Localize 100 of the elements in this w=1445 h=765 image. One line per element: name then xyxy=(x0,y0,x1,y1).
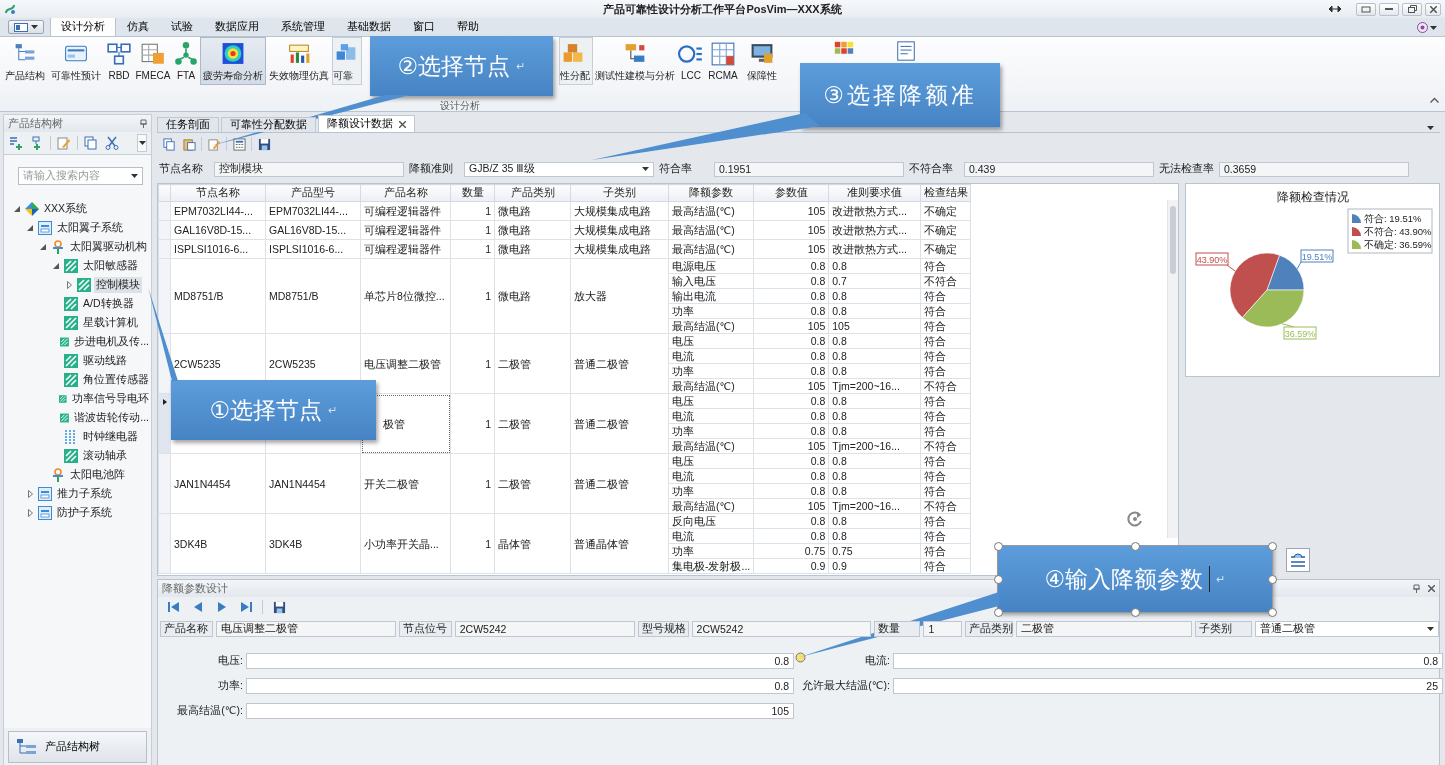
column-header[interactable]: 检查结果 xyxy=(920,184,971,202)
ribbon-button[interactable]: RCMA xyxy=(705,37,741,85)
ribbon-button[interactable]: 失效物理仿真 xyxy=(266,37,332,85)
filter-field[interactable]: 0.439 xyxy=(964,161,1154,177)
menu-tab[interactable]: 数据应用 xyxy=(204,16,270,36)
tree-item[interactable]: 推力子系统 xyxy=(55,485,114,502)
input-field[interactable]: 0.8 xyxy=(246,678,794,694)
input-field[interactable]: 0.8 xyxy=(893,653,1443,669)
ribbon-button[interactable]: 测试性建模与分析 xyxy=(593,37,677,85)
tree-item[interactable]: 谐波齿轮传动... xyxy=(72,409,151,426)
tree-item[interactable]: 太阳电池阵 xyxy=(68,466,127,483)
column-header[interactable]: 数量 xyxy=(450,184,495,202)
expanded-arrow-icon[interactable] xyxy=(40,243,46,250)
resize-handle[interactable] xyxy=(1131,608,1140,617)
tree-item[interactable]: 太阳敏感器 xyxy=(81,257,140,274)
tree-item[interactable]: 控制模块 xyxy=(94,276,142,293)
criteria-dropdown[interactable]: GJB/Z 35 Ⅲ级 xyxy=(464,161,654,177)
column-header[interactable]: 子类别 xyxy=(570,184,669,202)
ribbon-button[interactable]: 保障性 xyxy=(741,37,783,85)
ribbon-button[interactable]: 疲劳寿命分析 xyxy=(200,37,266,85)
column-header[interactable]: 参数值 xyxy=(753,184,829,202)
document-tab[interactable]: 可靠性分配数据 xyxy=(221,117,316,132)
tree-item[interactable]: 星载计算机 xyxy=(81,314,140,331)
edit-button[interactable] xyxy=(56,135,72,151)
tree-item[interactable]: 驱动线路 xyxy=(81,352,129,369)
resize-handle[interactable] xyxy=(994,608,1003,617)
column-header[interactable]: 产品型号 xyxy=(265,184,361,202)
expanded-arrow-icon[interactable] xyxy=(53,262,59,269)
expanded-arrow-icon[interactable] xyxy=(14,205,20,212)
copy-button[interactable] xyxy=(83,135,99,151)
collapsed-arrow-icon[interactable] xyxy=(27,508,33,517)
resize-handle[interactable] xyxy=(1131,542,1140,551)
menu-tab[interactable]: 帮助 xyxy=(446,16,490,36)
save-button[interactable] xyxy=(256,136,272,152)
first-record-button[interactable] xyxy=(166,599,182,615)
info-field[interactable]: 2CW5242 xyxy=(454,621,635,637)
adjust-handle-icon[interactable] xyxy=(795,652,806,663)
close-icon[interactable] xyxy=(1428,585,1435,592)
resize-arrows-icon[interactable] xyxy=(1329,5,1341,13)
close-icon[interactable] xyxy=(399,120,406,128)
edit-button[interactable] xyxy=(206,136,222,152)
file-menu-button[interactable] xyxy=(8,20,44,34)
info-field[interactable]: 电压调整二极管 xyxy=(215,621,396,637)
filter-field[interactable]: 0.3659 xyxy=(1219,161,1409,177)
save-button[interactable] xyxy=(271,599,287,615)
input-field[interactable]: 105 xyxy=(246,703,794,719)
ribbon-button[interactable]: 可靠 xyxy=(332,37,362,85)
restore-button[interactable] xyxy=(1402,2,1422,16)
ribbon-button[interactable]: 可靠性预计 xyxy=(48,37,104,85)
last-record-button[interactable] xyxy=(238,599,254,615)
column-header[interactable]: 产品类别 xyxy=(494,184,571,202)
filter-field[interactable]: 0.1951 xyxy=(714,161,904,177)
info-field[interactable]: 1 xyxy=(923,621,963,637)
resize-handle[interactable] xyxy=(994,575,1003,584)
resize-handle[interactable] xyxy=(1268,575,1277,584)
cut-button[interactable] xyxy=(104,135,120,151)
column-header[interactable]: 产品名称 xyxy=(360,184,451,202)
info-field[interactable]: 2CW5242 xyxy=(691,621,872,637)
ribbon-button[interactable]: LCC xyxy=(677,37,705,85)
chevron-up-icon[interactable] xyxy=(1430,97,1439,103)
menu-tab[interactable]: 仿真 xyxy=(116,16,160,36)
tree-item[interactable]: 时钟继电器 xyxy=(81,428,140,445)
rotate-handle-icon[interactable] xyxy=(1126,510,1144,528)
menu-tab[interactable]: 基础数据 xyxy=(336,16,402,36)
document-tab[interactable]: 任务剖面 xyxy=(157,117,219,132)
pin-icon[interactable] xyxy=(140,119,147,128)
filter-field[interactable]: 控制模块 xyxy=(214,161,404,177)
layout-options-icon[interactable] xyxy=(1286,548,1310,572)
ribbon-button[interactable]: 性分配 xyxy=(559,37,593,85)
input-field[interactable]: 0.8 xyxy=(246,653,794,669)
add-node-button[interactable] xyxy=(8,135,24,151)
ribbon-button[interactable]: RBD xyxy=(104,37,134,85)
input-field[interactable]: 25 xyxy=(893,678,1443,694)
tree-item[interactable]: 角位置传感器 xyxy=(81,371,151,388)
menu-tab[interactable]: 系统管理 xyxy=(270,16,336,36)
calculator-button[interactable] xyxy=(231,136,247,152)
tree-item[interactable]: 滚动轴承 xyxy=(81,447,129,464)
collapsed-arrow-icon[interactable] xyxy=(66,280,72,289)
menu-tab[interactable]: 窗口 xyxy=(402,16,446,36)
column-header[interactable]: 准则要求值 xyxy=(828,184,921,202)
resize-handle[interactable] xyxy=(994,542,1003,551)
tree-item[interactable]: 步进电机及传... xyxy=(72,333,151,350)
column-header[interactable]: 降额参数 xyxy=(668,184,754,202)
ribbon-button[interactable]: 产品结构 xyxy=(2,37,48,85)
copy-button[interactable] xyxy=(161,136,177,152)
tree-item[interactable]: XXX系统 xyxy=(42,200,89,217)
menu-tab[interactable]: 设计分析 xyxy=(50,16,116,36)
tree-item[interactable]: 太阳翼子系统 xyxy=(55,219,125,236)
pin-icon[interactable] xyxy=(1413,584,1420,593)
tree-item[interactable]: 防护子系统 xyxy=(55,504,114,521)
tree-item[interactable]: 太阳翼驱动机构 xyxy=(68,238,149,255)
tree-item[interactable]: 功率信号导电环 xyxy=(70,390,151,407)
column-header[interactable]: 节点名称 xyxy=(170,184,266,202)
tree-item[interactable]: A/D转换器 xyxy=(81,295,136,312)
paste-button[interactable] xyxy=(181,136,197,152)
ribbon-button[interactable]: FMECA xyxy=(134,37,172,85)
menu-tab[interactable]: 试验 xyxy=(160,16,204,36)
structure-tree-button[interactable]: 产品结构树 xyxy=(8,731,147,763)
skin-icon[interactable] xyxy=(1417,22,1428,33)
resize-handle[interactable] xyxy=(1268,608,1277,617)
